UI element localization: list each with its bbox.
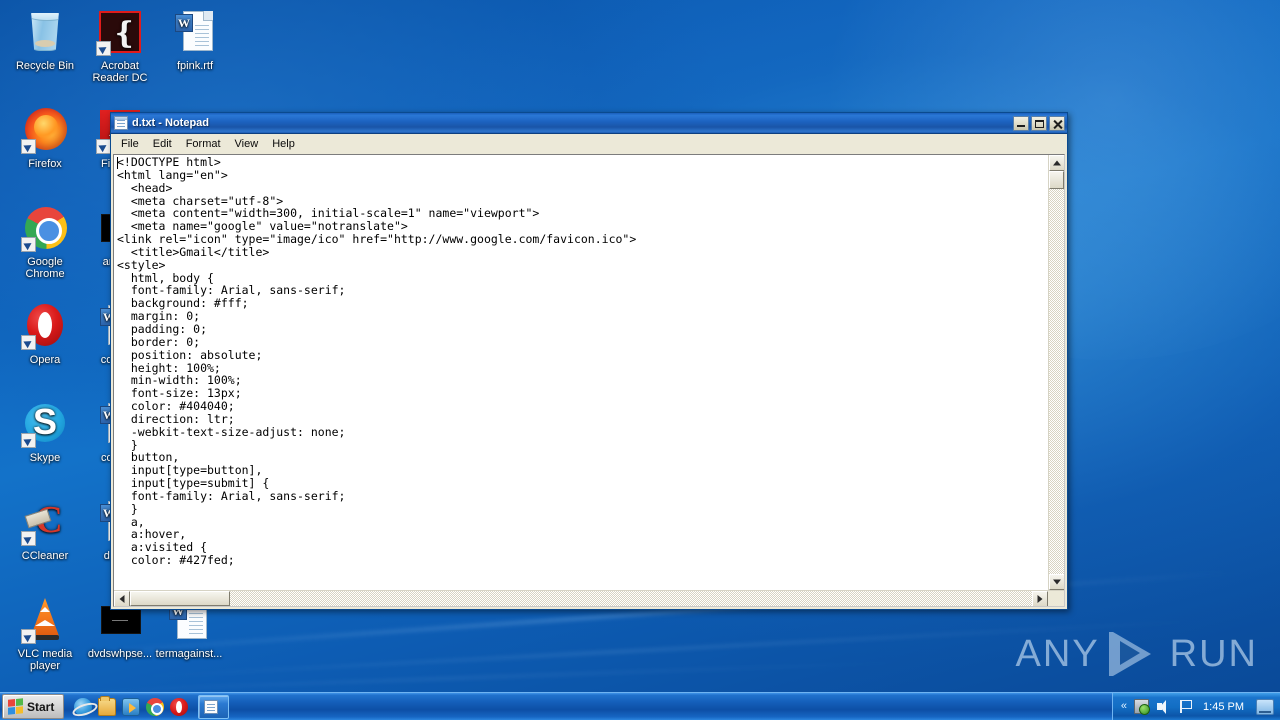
recycle-icon xyxy=(21,8,69,56)
scroll-up-button[interactable] xyxy=(1049,155,1064,171)
acrobat-icon: ❴ xyxy=(96,8,144,56)
start-button-label: Start xyxy=(27,699,55,714)
quick-launch-bar[interactable] xyxy=(68,694,194,720)
opera-icon[interactable] xyxy=(170,697,189,716)
notepad-window[interactable]: d.txt - Notepad File Edit Format View He… xyxy=(110,112,1068,610)
desktop-icon-vlc-media-player[interactable]: VLC media player xyxy=(8,596,82,672)
menu-help[interactable]: Help xyxy=(265,136,302,152)
vertical-scroll-track[interactable] xyxy=(1049,189,1064,574)
horizontal-scroll-thumb[interactable] xyxy=(130,591,230,606)
vlc-icon xyxy=(21,596,69,644)
desktop-icon-label: Google Chrome xyxy=(25,256,65,280)
volume-icon[interactable] xyxy=(1156,699,1171,714)
desktop-icon-firefox[interactable]: Firefox xyxy=(8,106,82,170)
taskbar-item-notepad[interactable] xyxy=(198,694,230,719)
vertical-scrollbar[interactable] xyxy=(1048,155,1064,590)
shortcut-overlay-icon xyxy=(21,433,36,448)
desktop-icon-fpink-rtf[interactable]: Wfpink.rtf xyxy=(158,8,232,72)
window-controls xyxy=(1013,115,1065,131)
menu-file[interactable]: File xyxy=(114,136,146,152)
desktop-icon-google-chrome[interactable]: Google Chrome xyxy=(8,204,82,280)
desktop-icon-label: Acrobat Reader DC xyxy=(92,60,148,84)
watermark-text-run: RUN xyxy=(1169,632,1258,675)
desktop-light-streak xyxy=(40,660,940,694)
shortcut-overlay-icon xyxy=(21,335,36,350)
chrome-icon xyxy=(21,204,69,252)
anyrun-watermark: ANY RUN xyxy=(1016,630,1258,678)
doc-icon: W xyxy=(171,8,219,56)
taskbar[interactable]: Start « 1:45 PM xyxy=(0,692,1280,720)
internet-explorer-icon[interactable] xyxy=(74,697,93,716)
notepad-titlebar[interactable]: d.txt - Notepad xyxy=(111,113,1067,134)
anyrun-logo-icon xyxy=(1108,630,1161,678)
windows-explorer-icon[interactable] xyxy=(98,695,117,716)
horizontal-scrollbar[interactable] xyxy=(114,590,1064,606)
desktop-icon-recycle-bin[interactable]: Recycle Bin xyxy=(8,8,82,72)
notepad-menubar: File Edit Format View Help xyxy=(111,134,1067,154)
desktop-icon-label: termagainst... xyxy=(155,648,223,660)
desktop-icon-label: dvdswhpse... xyxy=(87,648,153,660)
desktop-icon-label: Firefox xyxy=(28,158,62,170)
horizontal-scroll-track[interactable] xyxy=(230,591,1032,606)
windows-media-player-icon[interactable] xyxy=(122,697,141,716)
vertical-scroll-thumb[interactable] xyxy=(1049,171,1064,189)
scroll-left-button[interactable] xyxy=(114,591,130,606)
desktop-icon-skype[interactable]: Skype xyxy=(8,400,82,464)
close-button[interactable] xyxy=(1049,115,1065,131)
shortcut-overlay-icon xyxy=(21,531,36,546)
ccleaner-icon: C xyxy=(21,498,69,546)
show-hidden-icons-button[interactable]: « xyxy=(1121,699,1127,714)
shortcut-overlay-icon xyxy=(21,237,36,252)
menu-format[interactable]: Format xyxy=(179,136,228,152)
desktop-icon-label: Recycle Bin xyxy=(15,60,75,72)
desktop-icon-label: Opera xyxy=(29,354,61,366)
shortcut-overlay-icon xyxy=(21,139,36,154)
desktop-icon-opera[interactable]: Opera xyxy=(8,302,82,366)
desktop-icon-label: fpink.rtf xyxy=(176,60,214,72)
notepad-edit-area[interactable]: <!DOCTYPE html> <html lang="en"> <head> … xyxy=(113,154,1065,607)
desktop-light-streak xyxy=(120,619,1220,679)
notepad-icon xyxy=(114,116,128,130)
opera-icon xyxy=(21,302,69,350)
scroll-right-button[interactable] xyxy=(1032,591,1048,606)
desktop[interactable]: Recycle Bin ❴ Acrobat Reader DC Wfpink.rtf F… xyxy=(0,0,1280,720)
menu-edit[interactable]: Edit xyxy=(146,136,179,152)
watermark-text-any: ANY xyxy=(1015,632,1100,675)
maximize-button[interactable] xyxy=(1031,115,1047,131)
flag-icon[interactable] xyxy=(1178,699,1193,714)
scroll-down-button[interactable] xyxy=(1049,574,1064,590)
show-desktop-button[interactable] xyxy=(1256,698,1274,715)
shortcut-overlay-icon xyxy=(96,41,111,56)
firefox-icon xyxy=(21,106,69,154)
desktop-icon-ccleaner[interactable]: C CCleaner xyxy=(8,498,82,562)
start-button[interactable]: Start xyxy=(2,694,65,719)
text-caret xyxy=(117,157,118,169)
desktop-icon-label: VLC media player xyxy=(17,648,73,672)
shortcut-overlay-icon xyxy=(96,139,111,154)
menu-view[interactable]: View xyxy=(228,136,266,152)
system-tray[interactable]: « 1:45 PM xyxy=(1111,692,1280,720)
desktop-icon-acrobat-reader-dc[interactable]: ❴ Acrobat Reader DC xyxy=(83,8,157,84)
skype-icon xyxy=(21,400,69,448)
shortcut-overlay-icon xyxy=(21,629,36,644)
minimize-button[interactable] xyxy=(1013,115,1029,131)
google-chrome-icon[interactable] xyxy=(146,697,165,716)
scrollbar-corner xyxy=(1048,591,1064,606)
network-icon[interactable] xyxy=(1134,699,1151,715)
clock[interactable]: 1:45 PM xyxy=(1200,701,1247,713)
desktop-icon-label: Skype xyxy=(29,452,61,464)
window-title: d.txt - Notepad xyxy=(132,117,209,129)
desktop-icon-label: CCleaner xyxy=(21,550,69,562)
notepad-icon xyxy=(204,699,219,714)
notepad-text[interactable]: <!DOCTYPE html> <html lang="en"> <head> … xyxy=(114,155,1048,590)
windows-logo-icon xyxy=(8,698,23,715)
